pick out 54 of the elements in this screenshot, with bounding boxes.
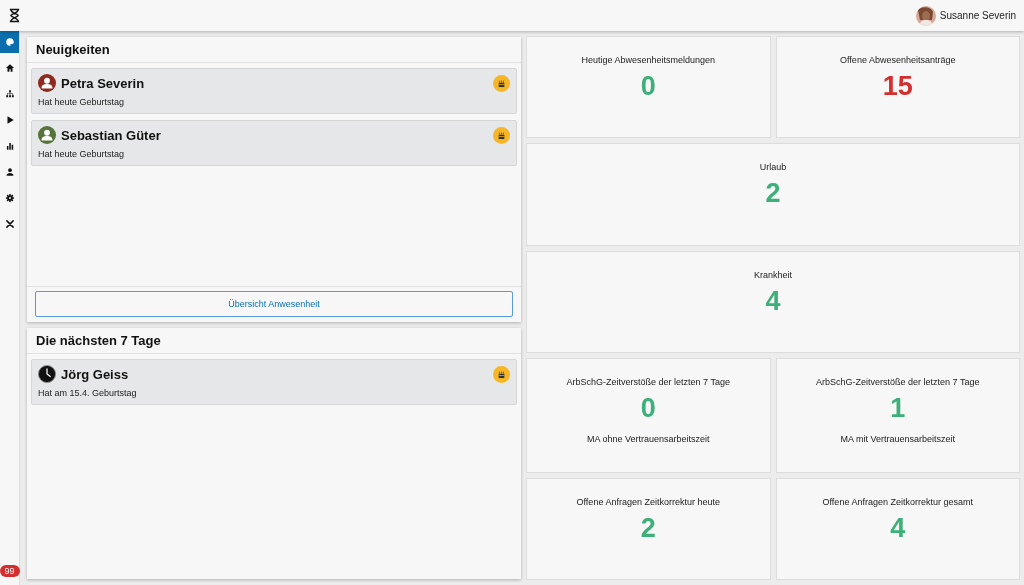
person-name: Petra Severin bbox=[61, 75, 146, 91]
attendance-overview-button[interactable]: Übersicht Anwesenheit bbox=[35, 291, 513, 317]
stat-tile[interactable]: Krankheit 4 bbox=[526, 250, 1020, 354]
person-avatar-icon bbox=[38, 74, 56, 92]
hierarchy-icon bbox=[4, 89, 15, 99]
person-name: Sebastian Güter bbox=[61, 127, 162, 143]
tile-title: Urlaub bbox=[759, 162, 787, 173]
stat-tile[interactable]: Urlaub 2 bbox=[526, 143, 1020, 246]
cake-icon bbox=[493, 74, 510, 92]
gear-icon bbox=[4, 193, 15, 203]
stat-tile[interactable]: Offene Anfragen Zeitkorrektur gesamt 4 bbox=[775, 477, 1020, 580]
birthday-card[interactable]: Petra Severin Hat heute Geburtstag bbox=[31, 68, 517, 114]
tile-value: 1 bbox=[890, 393, 906, 425]
stat-tile[interactable]: Heutige Abwesenheitsmeldungen 0 bbox=[526, 36, 771, 139]
tile-value: 0 bbox=[640, 71, 656, 102]
cake-icon bbox=[493, 365, 510, 383]
tile-subtitle: MA mit Vertrauensarbeitszeit bbox=[840, 434, 956, 445]
birthday-card[interactable]: Jörg Geiss Hat am 15.4. Geburtstag bbox=[31, 359, 517, 405]
stat-tile[interactable]: ArbSchG-Zeitverstöße der letzten 7 Tage 1 MA mit Vertrauensarbeitszeit bbox=[775, 358, 1020, 473]
birthday-text: Hat heute Geburtstag bbox=[38, 97, 126, 107]
birthday-card[interactable]: Sebastian Güter Hat heute Geburtstag bbox=[31, 120, 517, 166]
tile-value: 4 bbox=[765, 285, 781, 317]
tile-title: Heutige Abwesenheitsmeldungen bbox=[581, 55, 716, 65]
person-avatar-icon bbox=[38, 126, 56, 144]
hourglass-icon[interactable] bbox=[8, 8, 21, 23]
tile-value: 2 bbox=[640, 512, 656, 544]
tile-title: ArbSchG-Zeitverstöße der letzten 7 Tage bbox=[816, 377, 980, 388]
tile-subtitle: MA ohne Vertrauensarbeitszeit bbox=[586, 434, 710, 445]
stat-tile[interactable]: ArbSchG-Zeitverstöße der letzten 7 Tage 0 MA ohne Vertrauensarbeitszeit bbox=[526, 358, 771, 473]
cake-icon bbox=[493, 126, 510, 144]
tile-title: ArbSchG-Zeitverstöße der letzten 7 Tage bbox=[566, 377, 730, 388]
tile-value: 4 bbox=[890, 512, 906, 544]
stat-tile[interactable]: Offene Abwesenheitsanträge 15 bbox=[775, 36, 1020, 139]
notification-badge[interactable]: 99 bbox=[0, 565, 20, 577]
tile-title: Offene Anfragen Zeitkorrektur gesamt bbox=[822, 496, 973, 507]
tile-value: 15 bbox=[882, 71, 913, 102]
panel-title: Die nächsten 7 Tage bbox=[27, 328, 521, 354]
palette-icon bbox=[4, 37, 15, 47]
chart-icon bbox=[4, 141, 15, 151]
tile-title: Krankheit bbox=[754, 269, 792, 280]
tile-value: 2 bbox=[765, 178, 781, 210]
tile-title: Offene Abwesenheitsanträge bbox=[840, 55, 956, 65]
stat-tile[interactable]: Offene Anfragen Zeitkorrektur heute 2 bbox=[526, 477, 771, 580]
panel-title: Neuigkeiten bbox=[27, 37, 521, 63]
birthday-text: Hat heute Geburtstag bbox=[38, 149, 126, 159]
tile-title: Offene Anfragen Zeitkorrektur heute bbox=[576, 496, 720, 507]
person-icon bbox=[4, 167, 15, 177]
tile-value: 0 bbox=[640, 393, 656, 425]
user-name[interactable]: Susanne Severin bbox=[939, 10, 1016, 21]
person-name: Jörg Geiss bbox=[61, 366, 130, 382]
sidebar-item[interactable] bbox=[0, 31, 19, 53]
birthday-text: Hat am 15.4. Geburtstag bbox=[38, 388, 138, 398]
home-icon bbox=[4, 63, 15, 73]
clock-avatar-icon bbox=[38, 365, 56, 383]
